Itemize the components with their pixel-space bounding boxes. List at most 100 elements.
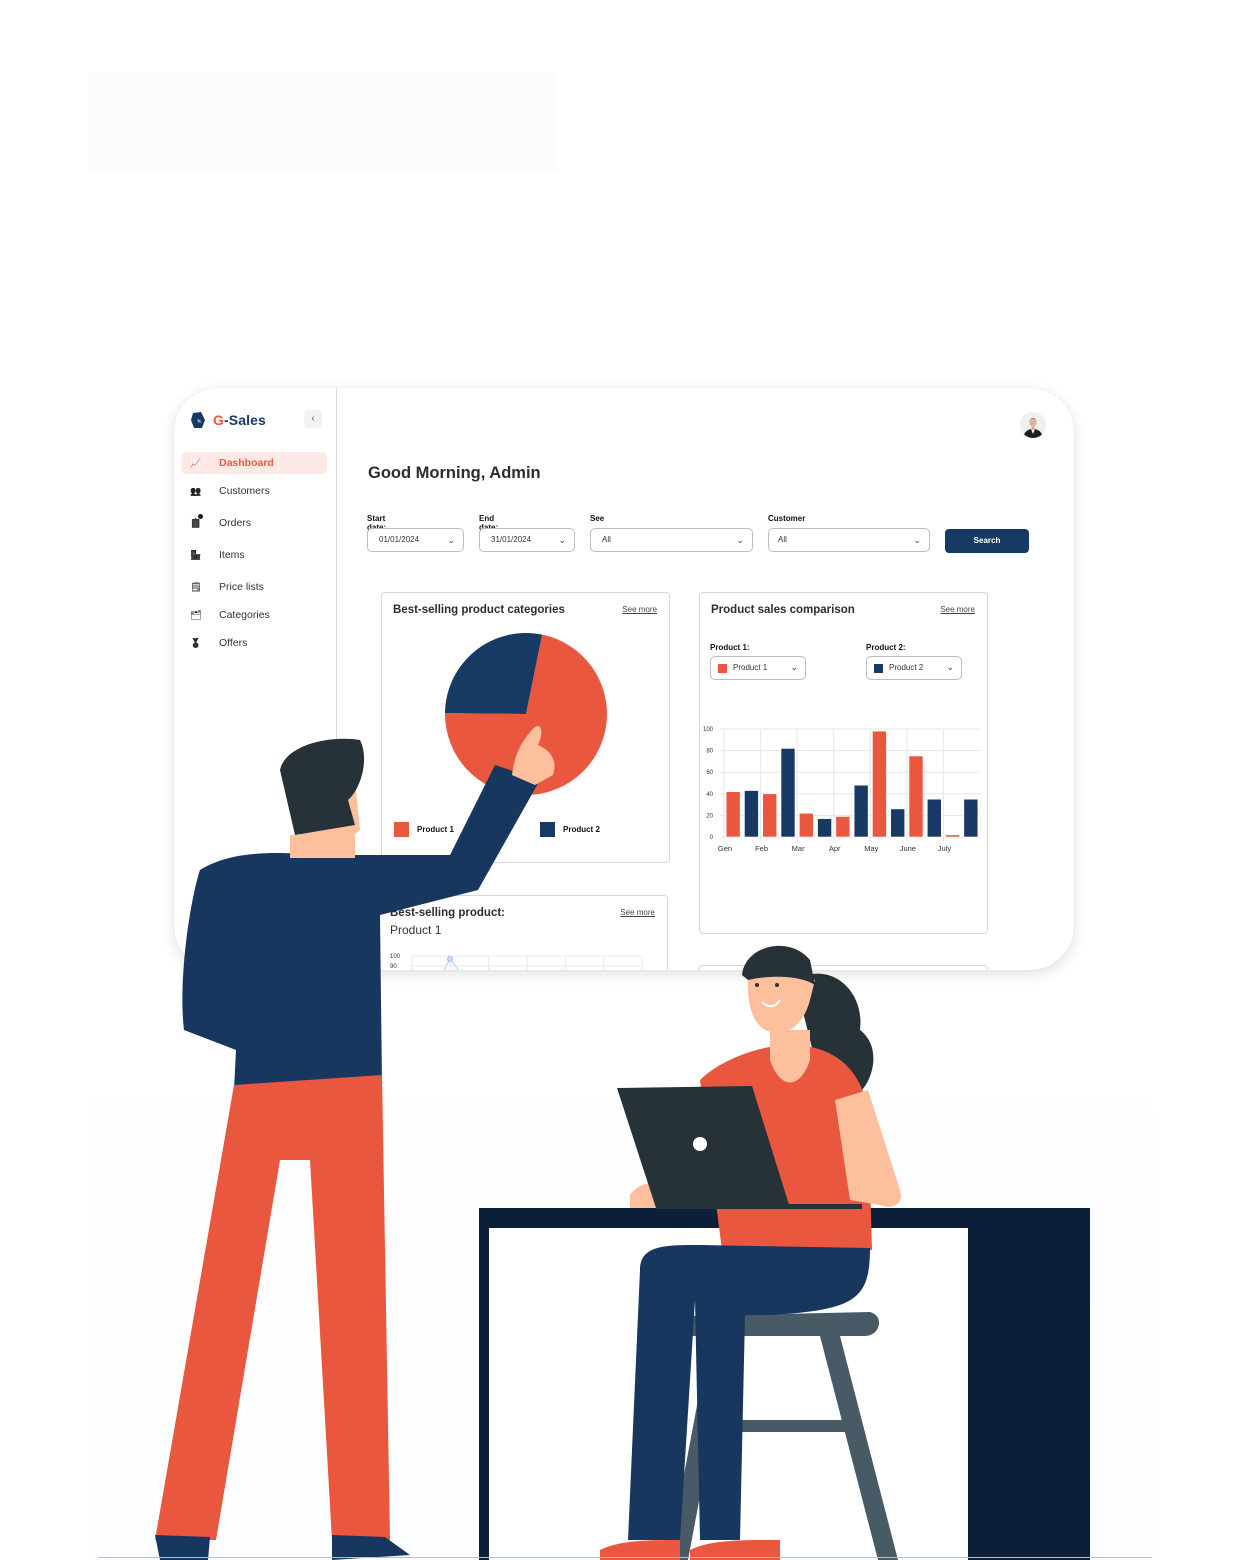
bar-product-2-july[interactable] xyxy=(963,798,979,838)
bar-product-1-june[interactable] xyxy=(908,755,924,838)
legend-product-2: Product 2 xyxy=(540,822,600,837)
product-1-select[interactable]: Product 1 ⌄ xyxy=(710,656,806,680)
x-tick-label: May xyxy=(864,844,878,853)
y-tick-label: 100 xyxy=(390,954,401,960)
see-select[interactable]: All ⌄ xyxy=(590,528,753,552)
bar-product-2-apr[interactable] xyxy=(853,784,869,838)
bar-product-1-july[interactable] xyxy=(945,834,960,838)
pie-chart xyxy=(445,633,607,795)
sidebar-item-customers[interactable]: 👥 Customers xyxy=(181,480,327,502)
sidebar-item-offers[interactable]: 🏅 Offers xyxy=(181,632,327,654)
sidebar-item-label: Dashboard xyxy=(219,457,274,469)
legend-label: Product 2 xyxy=(563,825,600,834)
legend-product-1: Product 1 xyxy=(394,822,454,837)
avatar-image xyxy=(1020,412,1046,438)
y-tick-label: 80 xyxy=(706,749,713,755)
background-floor xyxy=(88,1000,1158,1560)
see-label: See xyxy=(590,514,605,523)
end-date-select[interactable]: 31/01/2024 ⌄ xyxy=(479,528,575,552)
categories-icon: 🗂 xyxy=(190,609,202,620)
sidebar-item-orders[interactable]: 📋 Orders xyxy=(181,512,327,534)
product-1-value: Product 1 xyxy=(733,663,768,672)
svg-text:%: % xyxy=(197,419,202,425)
bar-product-1-may[interactable] xyxy=(872,730,887,838)
legend-label: Product 1 xyxy=(417,825,454,834)
categories-card: Best-selling product categories See more… xyxy=(381,592,670,863)
sidebar-item-label: Price lists xyxy=(219,581,264,593)
chart-line-icon: 📈 xyxy=(190,457,202,468)
bar-product-1-mar[interactable] xyxy=(798,812,814,838)
end-date-value: 31/01/2024 xyxy=(491,535,532,544)
best-product-name: Product 1 xyxy=(390,923,442,937)
notification-dot xyxy=(198,514,203,519)
sidebar-item-price-lists[interactable]: 🗒 Price lists xyxy=(181,576,327,598)
price-list-icon: 🗒 xyxy=(190,581,202,592)
store-icon: 🏪 xyxy=(190,549,202,560)
customer-select[interactable]: All ⌄ xyxy=(768,528,930,552)
line-chart: 100 90 xyxy=(390,954,643,970)
line-series xyxy=(443,958,460,970)
y-tick-label: 100 xyxy=(703,727,714,733)
tag-logo-icon: % xyxy=(191,412,205,428)
card-title: Product sales comparison xyxy=(711,604,855,616)
chevron-down-icon: ⌄ xyxy=(946,662,954,672)
main-content: Good Morning, Admin Start date: 01/01/20… xyxy=(337,388,1074,970)
users-icon: 👥 xyxy=(190,485,202,496)
x-tick-label: Mar xyxy=(792,844,805,853)
best-product-card: Best-selling product: See more Product 1… xyxy=(379,895,668,970)
color-swatch xyxy=(874,664,883,673)
user-avatar[interactable] xyxy=(1020,412,1046,438)
see-value: All xyxy=(602,535,611,544)
x-tick-label: June xyxy=(900,844,916,853)
y-tick-label: 60 xyxy=(706,770,713,776)
see-more-link[interactable]: See more xyxy=(940,605,975,614)
background-panel xyxy=(88,72,558,172)
product-1-label: Product 1: xyxy=(710,643,750,652)
chevron-left-icon: ‹ xyxy=(311,413,315,424)
y-tick-label: 0 xyxy=(710,835,714,841)
bar-product-2-may[interactable] xyxy=(890,808,906,838)
bar-chart: 0 20 40 60 80 100 Gen Feb Mar Apr May June July xyxy=(703,727,980,853)
bar-product-2-gen[interactable] xyxy=(744,790,759,838)
card-title: Best-selling product: xyxy=(390,907,506,919)
sidebar-item-label: Categories xyxy=(219,609,270,621)
sidebar-item-label: Orders xyxy=(219,517,252,529)
y-tick-label: 20 xyxy=(706,813,713,819)
bar-product-1-feb[interactable] xyxy=(762,793,778,838)
bar-product-1-gen[interactable] xyxy=(725,791,741,838)
see-more-link[interactable]: See more xyxy=(622,605,657,614)
customer-label: Customer xyxy=(768,514,806,523)
sidebar-item-categories[interactable]: 🗂 Categories xyxy=(181,604,327,626)
see-more-link[interactable]: See more xyxy=(620,908,655,917)
sidebar-item-label: Offers xyxy=(219,637,248,649)
sidebar-item-items[interactable]: 🏪 Items xyxy=(181,544,327,566)
pie-slice-product-2[interactable] xyxy=(445,633,543,714)
legend-swatch xyxy=(394,822,409,837)
bar-product-2-june[interactable] xyxy=(926,798,942,838)
collapse-sidebar-button[interactable]: ‹ xyxy=(304,410,322,428)
y-tick-label: 90 xyxy=(390,964,397,970)
x-tick-label: Gen xyxy=(718,844,732,853)
search-button[interactable]: Search xyxy=(945,529,1029,553)
brand[interactable]: % G-Sales xyxy=(190,411,266,429)
chevron-down-icon: ⌄ xyxy=(558,535,566,545)
sidebar: % G-Sales ‹ 📈 Dashboard 👥 Customers 📋 Orders 🏪… xyxy=(174,388,337,970)
start-date-select[interactable]: 01/01/2024 ⌄ xyxy=(367,528,464,552)
sidebar-item-dashboard[interactable]: 📈 Dashboard xyxy=(181,452,327,474)
x-tick-label: Apr xyxy=(829,844,841,853)
app-window: % G-Sales ‹ 📈 Dashboard 👥 Customers 📋 Orders 🏪… xyxy=(174,388,1074,970)
x-tick-label: Feb xyxy=(755,844,768,853)
bar-product-2-feb[interactable] xyxy=(780,748,796,838)
page-greeting: Good Morning, Admin xyxy=(368,464,541,482)
legend-swatch xyxy=(540,822,555,837)
product-2-value: Product 2 xyxy=(889,663,924,672)
product-2-select[interactable]: Product 2 ⌄ xyxy=(866,656,962,680)
sidebar-item-label: Customers xyxy=(219,485,270,497)
color-swatch xyxy=(718,664,727,673)
x-tick-label: July xyxy=(938,844,952,853)
bar-product-2-mar[interactable] xyxy=(817,818,832,838)
sidebar-item-label: Items xyxy=(219,549,245,561)
start-date-value: 01/01/2024 xyxy=(379,535,420,544)
product-2-label: Product 2: xyxy=(866,643,906,652)
bar-product-1-apr[interactable] xyxy=(835,816,851,838)
